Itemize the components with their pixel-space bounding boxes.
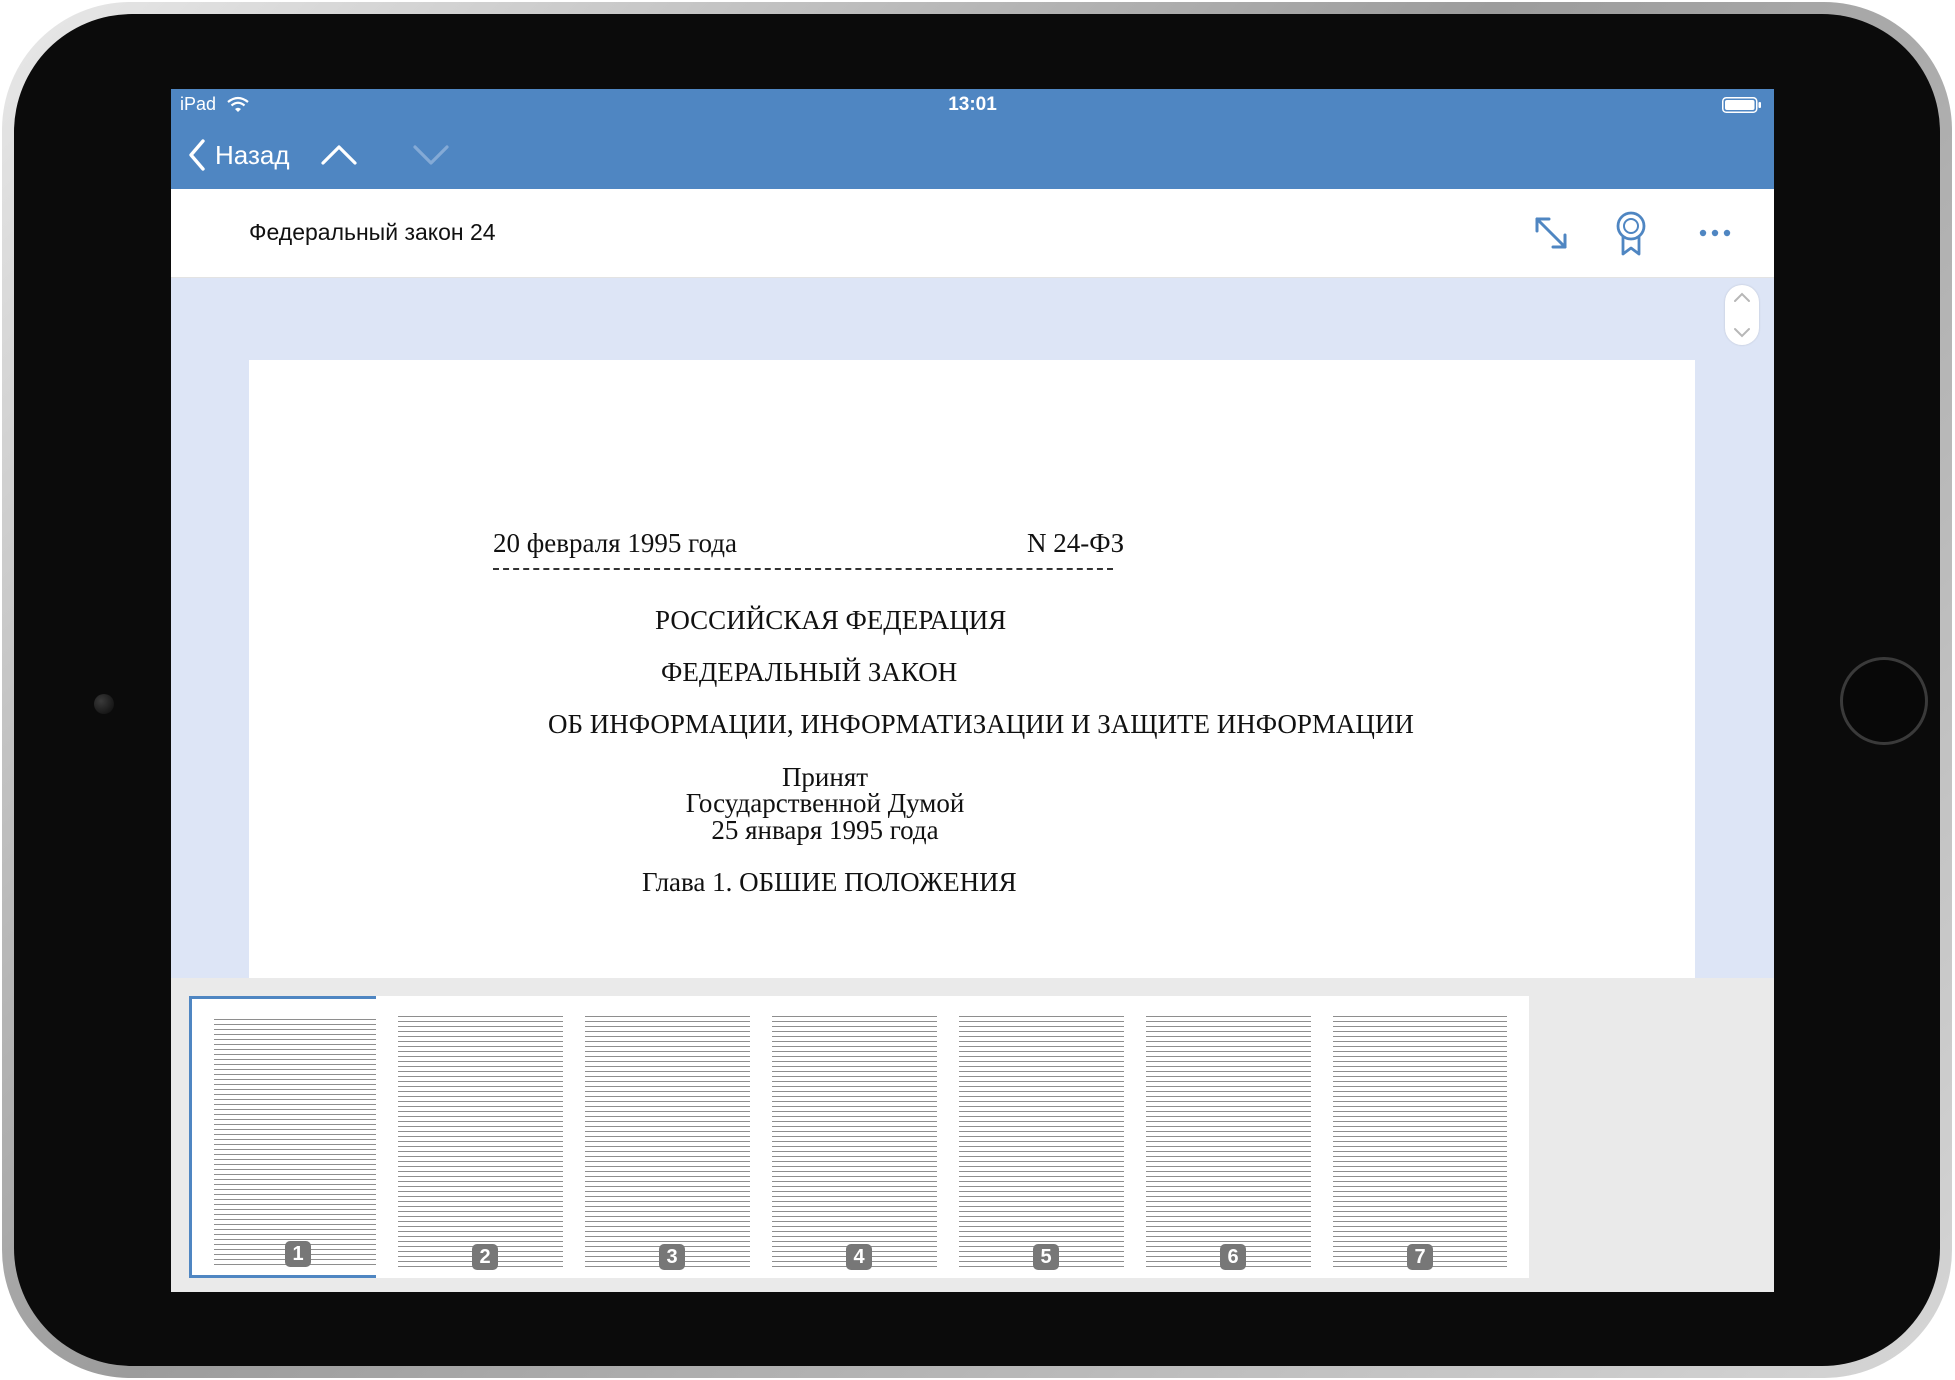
thumbnail-number: 7 (1407, 1244, 1433, 1270)
accepted-date: 25 января 1995 года (711, 815, 939, 845)
thumbnail-preview (959, 1016, 1133, 1268)
page-thumbnail-6[interactable]: 6 (1124, 996, 1342, 1278)
back-button-label: Назад (215, 139, 290, 170)
clock: 13:01 (948, 94, 997, 115)
page-thumbnail-3[interactable]: 3 (563, 996, 781, 1278)
previous-page-button[interactable] (319, 137, 359, 173)
thumbnail-preview (398, 1016, 572, 1268)
document-heading-subject: ОБ ИНФОРМАЦИИ, ИНФОРМАТИЗАЦИИ И ЗАЩИТЕ И… (548, 709, 1414, 739)
screen: iPad 13:01 Назад Федеральный закон 24 20… (171, 89, 1774, 1292)
back-button[interactable]: Назад (187, 135, 290, 175)
document-date: 20 февраля 1995 года (493, 528, 737, 558)
thumbnail-number: 5 (1033, 1244, 1059, 1270)
thumbnail-preview (772, 1016, 946, 1268)
thumbnail-preview (214, 1019, 382, 1265)
page-thumbnail-2[interactable]: 2 (376, 996, 594, 1278)
home-button[interactable] (1840, 657, 1928, 745)
chevron-left-icon (189, 139, 205, 171)
thumbnail-number: 1 (285, 1241, 311, 1267)
thumbnail-number: 4 (846, 1244, 872, 1270)
navigation-bar: Назад (171, 121, 1774, 189)
camera (94, 694, 114, 714)
thumbnail-number: 3 (659, 1244, 685, 1270)
document-title: Федеральный закон 24 (249, 219, 496, 245)
page-thumbnail-strip: 1 2 3 4 5 6 7 (171, 978, 1774, 1292)
next-page-button[interactable] (411, 137, 451, 173)
chapter-heading: Глава 1. ОБШИЕ ПОЛОЖЕНИЯ (642, 867, 1017, 897)
document-heading-federation: РОССИЙСКАЯ ФЕДЕРАЦИЯ (655, 605, 1007, 635)
page-thumbnail-7[interactable]: 7 (1311, 996, 1529, 1278)
certificate-icon[interactable] (1609, 209, 1653, 257)
thumbnail-preview (585, 1016, 759, 1268)
more-options-icon[interactable] (1693, 211, 1737, 255)
thumbnail-preview (1333, 1016, 1507, 1268)
document-heading-law: ФЕДЕРАЛЬНЫЙ ЗАКОН (661, 657, 958, 687)
page-thumbnail-1[interactable]: 1 (189, 996, 407, 1278)
scroll-indicator[interactable] (1725, 285, 1759, 345)
thumbnail-number: 2 (472, 1244, 498, 1270)
status-bar: iPad 13:01 (171, 89, 1774, 121)
document-toolbar: Федеральный закон 24 (171, 189, 1774, 278)
page-thumbnail-5[interactable]: 5 (937, 996, 1155, 1278)
fullscreen-icon[interactable] (1529, 211, 1573, 255)
dashed-divider (493, 568, 1113, 570)
thumbnail-number: 6 (1220, 1244, 1246, 1270)
battery-icon (1722, 97, 1761, 113)
thumbnail-preview (1146, 1016, 1320, 1268)
page-thumbnail-4[interactable]: 4 (750, 996, 968, 1278)
document-number: N 24-ФЗ (1027, 528, 1125, 558)
